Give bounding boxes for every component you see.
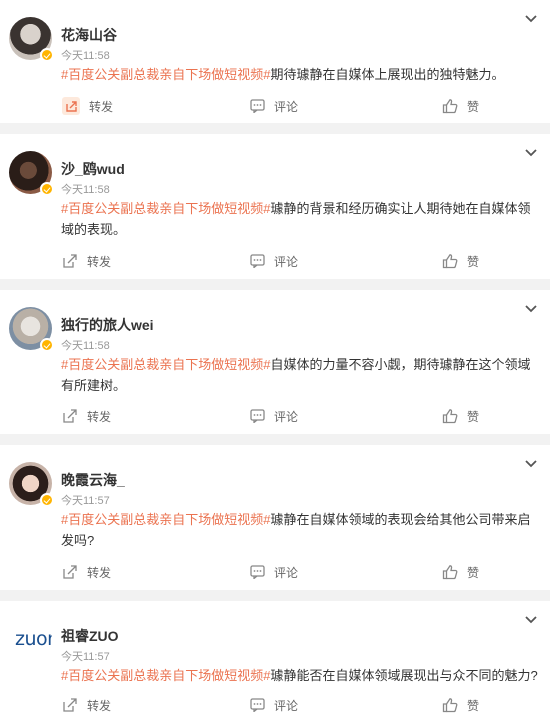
repost-button[interactable]: 转发 <box>62 92 113 120</box>
post-card: zuora 祖睿ZUO 今天11:57 #百度公关副总裁亲自下场做短视频#璩静能… <box>0 601 550 722</box>
post-body: 期待璩静在自媒体上展现出的独特魅力。 <box>270 67 505 82</box>
post-time[interactable]: 今天11:57 <box>61 648 110 664</box>
comment-icon <box>250 99 265 113</box>
like-label: 赞 <box>467 409 480 424</box>
repost-icon <box>63 409 77 423</box>
like-button[interactable]: 赞 <box>442 247 479 275</box>
repost-icon <box>63 698 77 712</box>
avatar[interactable] <box>9 462 54 507</box>
action-bar: 转发 评论 赞 <box>0 691 550 719</box>
comment-icon <box>250 565 265 579</box>
chevron-down-icon[interactable] <box>524 304 538 314</box>
comment-label: 评论 <box>274 409 299 424</box>
avatar[interactable] <box>9 307 54 352</box>
like-button[interactable]: 赞 <box>442 402 479 430</box>
repost-label: 转发 <box>87 698 112 713</box>
user-name[interactable]: 独行的旅人wei <box>61 315 154 335</box>
comment-label: 评论 <box>274 254 299 269</box>
post-card: 花海山谷 今天11:58 #百度公关副总裁亲自下场做短视频#期待璩静在自媒体上展… <box>0 0 550 123</box>
user-name[interactable]: 花海山谷 <box>61 25 117 45</box>
user-name[interactable]: 晚霞云海_ <box>61 470 125 490</box>
comment-label: 评论 <box>274 99 299 114</box>
repost-label: 转发 <box>87 565 112 580</box>
like-icon <box>442 698 458 713</box>
repost-label: 转发 <box>87 409 112 424</box>
comment-button[interactable]: 评论 <box>250 92 298 120</box>
comment-button[interactable]: 评论 <box>250 691 298 719</box>
repost-icon <box>62 97 80 115</box>
post-text: #百度公关副总裁亲自下场做短视频#期待璩静在自媒体上展现出的独特魅力。 <box>61 64 539 85</box>
verified-badge-icon <box>40 48 54 62</box>
post-text: #百度公关副总裁亲自下场做短视频#璩静能否在自媒体领域展现出与众不同的魅力? <box>61 665 539 686</box>
avatar[interactable]: zuora <box>9 618 52 661</box>
like-label: 赞 <box>467 99 480 114</box>
comment-icon <box>250 409 265 423</box>
topic-tag[interactable]: #百度公关副总裁亲自下场做短视频# <box>61 67 270 82</box>
like-button[interactable]: 赞 <box>442 92 479 120</box>
chevron-down-icon[interactable] <box>524 14 538 24</box>
post-body: 璩静能否在自媒体领域展现出与众不同的魅力? <box>270 668 538 683</box>
like-button[interactable]: 赞 <box>442 691 479 719</box>
comment-icon <box>250 254 265 268</box>
repost-label: 转发 <box>87 254 112 269</box>
verified-badge-icon <box>40 182 54 196</box>
comment-label: 评论 <box>274 698 299 713</box>
like-label: 赞 <box>467 698 480 713</box>
like-icon <box>442 99 458 114</box>
repost-button[interactable]: 转发 <box>62 558 111 586</box>
action-bar: 转发 评论 赞 <box>0 402 550 430</box>
post-text: #百度公关副总裁亲自下场做短视频#璩静的背景和经历确实让人期待她在自媒体领域的表… <box>61 198 539 240</box>
comment-button[interactable]: 评论 <box>250 558 298 586</box>
verified-badge-icon <box>40 493 54 507</box>
post-time[interactable]: 今天11:57 <box>61 492 110 508</box>
comment-button[interactable]: 评论 <box>250 402 298 430</box>
post-card: 沙_鸥wud 今天11:58 #百度公关副总裁亲自下场做短视频#璩静的背景和经历… <box>0 134 550 279</box>
avatar[interactable] <box>9 17 54 62</box>
zuora-logo: zuora <box>15 628 52 650</box>
action-bar: 转发 评论 赞 <box>0 558 550 586</box>
avatar[interactable] <box>9 151 54 196</box>
post-time[interactable]: 今天11:58 <box>61 337 110 353</box>
repost-icon <box>63 254 77 268</box>
topic-tag[interactable]: #百度公关副总裁亲自下场做短视频# <box>61 668 270 683</box>
topic-tag[interactable]: #百度公关副总裁亲自下场做短视频# <box>61 201 270 216</box>
post-text: #百度公关副总裁亲自下场做短视频#自媒体的力量不容小觑，期待璩静在这个领域有所建… <box>61 354 539 396</box>
like-label: 赞 <box>467 565 480 580</box>
like-button[interactable]: 赞 <box>442 558 479 586</box>
user-name[interactable]: 沙_鸥wud <box>61 159 125 179</box>
topic-tag[interactable]: #百度公关副总裁亲自下场做短视频# <box>61 512 270 527</box>
comment-label: 评论 <box>274 565 299 580</box>
feed: 花海山谷 今天11:58 #百度公关副总裁亲自下场做短视频#期待璩静在自媒体上展… <box>0 0 550 722</box>
post-card: 独行的旅人wei 今天11:58 #百度公关副总裁亲自下场做短视频#自媒体的力量… <box>0 290 550 434</box>
like-icon <box>442 254 458 269</box>
post-time[interactable]: 今天11:58 <box>61 181 110 197</box>
repost-button[interactable]: 转发 <box>62 402 111 430</box>
topic-tag[interactable]: #百度公关副总裁亲自下场做短视频# <box>61 357 270 372</box>
repost-button[interactable]: 转发 <box>62 247 111 275</box>
comment-button[interactable]: 评论 <box>250 247 298 275</box>
chevron-down-icon[interactable] <box>524 615 538 625</box>
repost-button[interactable]: 转发 <box>62 691 111 719</box>
action-bar: 转发 评论 赞 <box>0 92 550 120</box>
verified-badge-icon <box>40 338 54 352</box>
repost-label: 转发 <box>89 99 114 114</box>
chevron-down-icon[interactable] <box>524 148 538 158</box>
post-text: #百度公关副总裁亲自下场做短视频#璩静在自媒体领域的表现会给其他公司带来启发吗? <box>61 509 539 551</box>
like-icon <box>442 409 458 424</box>
repost-icon <box>63 565 77 579</box>
comment-icon <box>250 698 265 712</box>
post-card: 晚霞云海_ 今天11:57 #百度公关副总裁亲自下场做短视频#璩静在自媒体领域的… <box>0 445 550 590</box>
action-bar: 转发 评论 赞 <box>0 247 550 275</box>
like-label: 赞 <box>467 254 480 269</box>
post-time[interactable]: 今天11:58 <box>61 47 110 63</box>
chevron-down-icon[interactable] <box>524 459 538 469</box>
like-icon <box>442 565 458 580</box>
user-name[interactable]: 祖睿ZUO <box>61 626 119 646</box>
